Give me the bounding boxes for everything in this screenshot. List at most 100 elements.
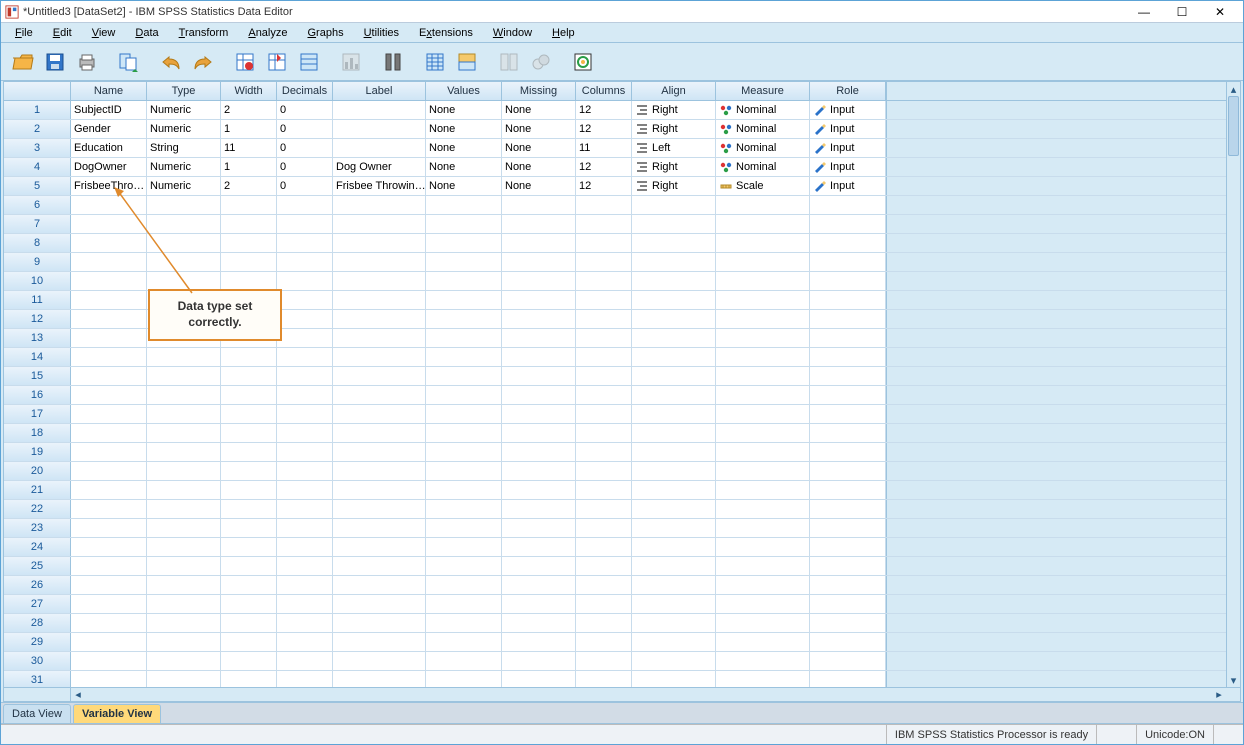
row-number[interactable]: 8 (4, 234, 71, 252)
menu-view[interactable]: View (84, 25, 124, 41)
menu-utilities[interactable]: Utilities (356, 25, 407, 41)
cell-width[interactable]: 11 (221, 139, 277, 157)
variable-row[interactable]: 2GenderNumeric10NoneNone12RightNominalIn… (4, 120, 1240, 139)
cell-name[interactable]: Gender (71, 120, 147, 138)
redo-icon[interactable] (189, 48, 217, 76)
cell-label[interactable] (333, 120, 426, 138)
row-number[interactable]: 29 (4, 633, 71, 651)
col-measure[interactable]: Measure (716, 82, 810, 100)
empty-row[interactable]: 28 (4, 614, 1240, 633)
row-number[interactable]: 25 (4, 557, 71, 575)
close-button[interactable]: ✕ (1201, 2, 1239, 22)
menu-transform[interactable]: Transform (171, 25, 237, 41)
cell-role[interactable]: Input (810, 120, 886, 138)
col-values[interactable]: Values (426, 82, 502, 100)
row-number[interactable]: 27 (4, 595, 71, 613)
empty-row[interactable]: 18 (4, 424, 1240, 443)
cell-type[interactable]: String (147, 139, 221, 157)
cell-label[interactable]: Dog Owner (333, 158, 426, 176)
horizontal-scrollbar[interactable]: ◂ ▸ (4, 687, 1240, 701)
run-descriptives-icon[interactable] (337, 48, 365, 76)
row-number[interactable]: 6 (4, 196, 71, 214)
tab-variable-view[interactable]: Variable View (73, 704, 161, 723)
maximize-button[interactable]: ☐ (1163, 2, 1201, 22)
row-number[interactable]: 1 (4, 101, 71, 119)
cell-role[interactable]: Input (810, 101, 886, 119)
scroll-right-icon[interactable]: ▸ (1212, 688, 1226, 701)
row-number[interactable]: 13 (4, 329, 71, 347)
empty-row[interactable]: 24 (4, 538, 1240, 557)
cell-values[interactable]: None (426, 120, 502, 138)
empty-row[interactable]: 20 (4, 462, 1240, 481)
cell-role[interactable]: Input (810, 158, 886, 176)
cell-align[interactable]: Right (632, 120, 716, 138)
empty-row[interactable]: 30 (4, 652, 1240, 671)
split-file-icon[interactable] (495, 48, 523, 76)
menu-extensions[interactable]: Extensions (411, 25, 481, 41)
col-decimals[interactable]: Decimals (277, 82, 333, 100)
empty-row[interactable]: 6 (4, 196, 1240, 215)
empty-row[interactable]: 29 (4, 633, 1240, 652)
cell-width[interactable]: 2 (221, 177, 277, 195)
cell-measure[interactable]: Nominal (716, 120, 810, 138)
cell-values[interactable]: None (426, 177, 502, 195)
cell-name[interactable]: SubjectID (71, 101, 147, 119)
row-number[interactable]: 4 (4, 158, 71, 176)
empty-row[interactable]: 21 (4, 481, 1240, 500)
cell-missing[interactable]: None (502, 139, 576, 157)
open-icon[interactable] (9, 48, 37, 76)
cell-type[interactable]: Numeric (147, 177, 221, 195)
col-width[interactable]: Width (221, 82, 277, 100)
cell-missing[interactable]: None (502, 177, 576, 195)
empty-row[interactable]: 19 (4, 443, 1240, 462)
row-number[interactable]: 9 (4, 253, 71, 271)
row-number[interactable]: 15 (4, 367, 71, 385)
empty-row[interactable]: 9 (4, 253, 1240, 272)
find-icon[interactable] (379, 48, 407, 76)
empty-row[interactable]: 23 (4, 519, 1240, 538)
row-number[interactable]: 16 (4, 386, 71, 404)
cell-width[interactable]: 1 (221, 158, 277, 176)
col-missing[interactable]: Missing (502, 82, 576, 100)
cell-measure[interactable]: Nominal (716, 139, 810, 157)
cell-values[interactable]: None (426, 158, 502, 176)
empty-row[interactable]: 14 (4, 348, 1240, 367)
select-cases-icon[interactable] (569, 48, 597, 76)
cell-values[interactable]: None (426, 139, 502, 157)
goto-case-icon[interactable] (231, 48, 259, 76)
row-number[interactable]: 24 (4, 538, 71, 556)
insert-cases-icon[interactable] (421, 48, 449, 76)
variable-row[interactable]: 1SubjectIDNumeric20NoneNone12RightNomina… (4, 101, 1240, 120)
col-name[interactable]: Name (71, 82, 147, 100)
variable-row[interactable]: 5FrisbeeThro…Numeric20Frisbee Throwin…No… (4, 177, 1240, 196)
empty-row[interactable]: 26 (4, 576, 1240, 595)
row-number[interactable]: 20 (4, 462, 71, 480)
cell-name[interactable]: Education (71, 139, 147, 157)
cell-align[interactable]: Left (632, 139, 716, 157)
menu-help[interactable]: Help (544, 25, 583, 41)
cell-missing[interactable]: None (502, 120, 576, 138)
cell-type[interactable]: Numeric (147, 101, 221, 119)
undo-icon[interactable] (157, 48, 185, 76)
cell-missing[interactable]: None (502, 101, 576, 119)
row-number[interactable]: 14 (4, 348, 71, 366)
row-number[interactable]: 26 (4, 576, 71, 594)
col-role[interactable]: Role (810, 82, 886, 100)
insert-variable-icon[interactable] (453, 48, 481, 76)
cell-name[interactable]: FrisbeeThro… (71, 177, 147, 195)
cell-decimals[interactable]: 0 (277, 120, 333, 138)
row-number[interactable]: 2 (4, 120, 71, 138)
variable-row[interactable]: 3EducationString110NoneNone11LeftNominal… (4, 139, 1240, 158)
menu-window[interactable]: Window (485, 25, 540, 41)
tab-data-view[interactable]: Data View (3, 704, 71, 723)
row-number[interactable]: 3 (4, 139, 71, 157)
cell-role[interactable]: Input (810, 177, 886, 195)
menu-analyze[interactable]: Analyze (240, 25, 295, 41)
empty-row[interactable]: 27 (4, 595, 1240, 614)
weight-cases-icon[interactable] (527, 48, 555, 76)
row-number[interactable]: 19 (4, 443, 71, 461)
empty-row[interactable]: 17 (4, 405, 1240, 424)
row-number[interactable]: 21 (4, 481, 71, 499)
row-number[interactable]: 12 (4, 310, 71, 328)
menu-data[interactable]: Data (127, 25, 166, 41)
